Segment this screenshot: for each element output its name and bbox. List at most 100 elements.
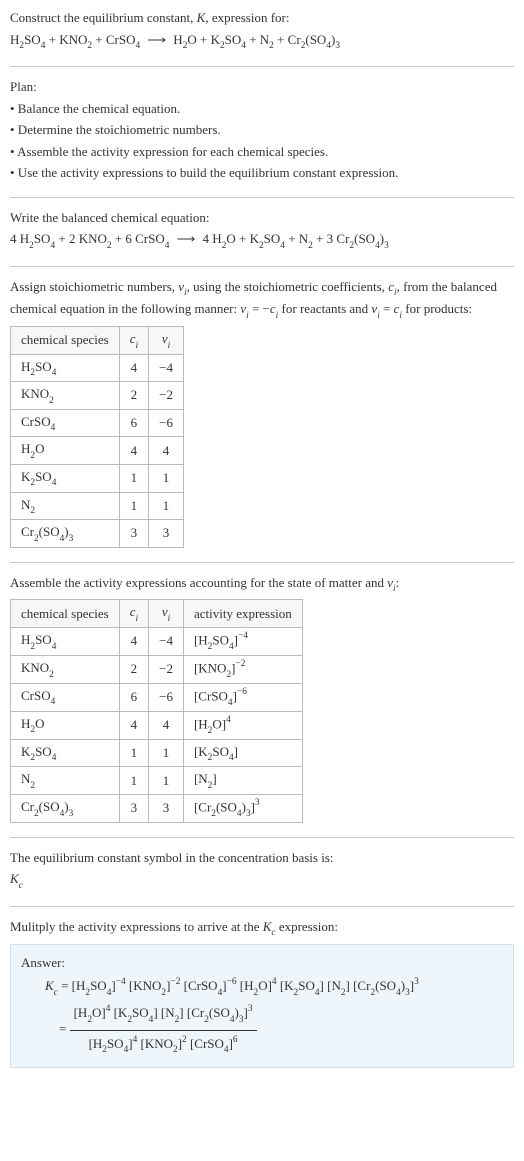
expr: [KNO2]−2 xyxy=(183,655,302,683)
eq: νi xyxy=(371,301,379,316)
sub: 4 xyxy=(375,241,380,251)
sub: 3 xyxy=(384,241,389,251)
kc: Kc xyxy=(263,919,276,934)
t: H xyxy=(173,32,182,47)
sub: 2 xyxy=(183,41,188,51)
header-activity: activity expression xyxy=(183,600,302,628)
table-row: Cr2(SO4)333 xyxy=(11,520,184,548)
expr: [H2O]4 xyxy=(183,711,302,739)
sub: 4 xyxy=(41,41,46,51)
sub: 4 xyxy=(50,241,55,251)
v-cell: −4 xyxy=(149,354,184,382)
expr: [Cr2(SO4)3]3 xyxy=(183,794,302,822)
v: 1 xyxy=(149,767,184,795)
final: Mulitply the activity expressions to arr… xyxy=(10,917,514,1068)
v-cell: 3 xyxy=(149,520,184,548)
t: H xyxy=(10,32,19,47)
activity-title: Assemble the activity expressions accoun… xyxy=(10,573,514,596)
species-cell: H2SO4 xyxy=(11,627,120,655)
sub: 2 xyxy=(87,41,92,51)
sub: 4 xyxy=(280,241,285,251)
table-row: H2O44 xyxy=(11,437,184,465)
t: : xyxy=(396,575,400,590)
c: 3 xyxy=(119,794,148,822)
reaction-arrow-icon: ⟶ xyxy=(177,229,196,249)
t: + 6 CrSO xyxy=(112,231,165,246)
t: + N xyxy=(285,231,308,246)
numerator: [H2O]4 [K2SO4] [N2] [Cr2(SO4)3]3 xyxy=(70,1001,257,1030)
v: 1 xyxy=(149,739,184,767)
v: 3 xyxy=(149,794,184,822)
eq: = xyxy=(58,978,72,993)
plan-item: • Determine the stoichiometric numbers. xyxy=(10,120,514,140)
divider xyxy=(10,906,514,907)
sub: 2 xyxy=(269,41,274,51)
c-cell: 4 xyxy=(119,437,148,465)
species-cell: N2 xyxy=(11,767,120,795)
sub: 2 xyxy=(259,241,264,251)
t: + KNO xyxy=(45,32,87,47)
t: + N xyxy=(246,32,269,47)
table-header-row: chemical species ci νi activity expressi… xyxy=(11,600,303,628)
plan-title: Plan: xyxy=(10,77,514,97)
species-cell: H2O xyxy=(11,437,120,465)
denominator: [H2SO4]4 [KNO2]2 [CrSO4]6 xyxy=(70,1031,257,1059)
assign-text: Assign stoichiometric numbers, νi, using… xyxy=(10,277,514,322)
sub: 4 xyxy=(165,241,170,251)
species-cell: K2SO4 xyxy=(11,464,120,492)
divider xyxy=(10,837,514,838)
text: Construct the equilibrium constant, xyxy=(10,10,197,25)
kc-expression-2: = [H2O]4 [K2SO4] [N2] [Cr2(SO4)3]3 [H2SO… xyxy=(21,1001,503,1059)
var-nu: νi xyxy=(178,279,186,294)
table-row: Cr2(SO4)333[Cr2(SO4)3]3 xyxy=(11,794,303,822)
header-ci: ci xyxy=(119,600,148,628)
c-cell: 1 xyxy=(119,464,148,492)
t: + 3 Cr xyxy=(313,231,350,246)
header-species: chemical species xyxy=(11,600,120,628)
sub: 4 xyxy=(135,41,140,51)
species-cell: KNO2 xyxy=(11,382,120,410)
var-nu: νi xyxy=(387,575,395,590)
stoich-table: chemical species ci νi H2SO44−4 KNO22−2 … xyxy=(10,326,184,548)
activity: Assemble the activity expressions accoun… xyxy=(10,573,514,823)
divider xyxy=(10,562,514,563)
final-title: Mulitply the activity expressions to arr… xyxy=(10,917,514,940)
t: Assemble the activity expressions accoun… xyxy=(10,575,387,590)
sub: 4 xyxy=(326,41,331,51)
rhs: H2O + K2SO4 + N2 + Cr2(SO4)3 xyxy=(173,32,340,47)
t: expression: xyxy=(276,919,338,934)
v: 4 xyxy=(149,711,184,739)
plan-item: • Assemble the activity expression for e… xyxy=(10,142,514,162)
sub: 2 xyxy=(349,241,354,251)
sub: 2 xyxy=(220,41,225,51)
v-cell: 1 xyxy=(149,464,184,492)
v: −6 xyxy=(149,683,184,711)
table-row: CrSO46−6 xyxy=(11,409,184,437)
t: + Cr xyxy=(274,32,301,47)
expr: [H2SO4]−4 xyxy=(183,627,302,655)
species-cell: Cr2(SO4)3 xyxy=(11,520,120,548)
header-species: chemical species xyxy=(11,327,120,355)
header-nui: νi xyxy=(149,600,184,628)
c-cell: 3 xyxy=(119,520,148,548)
divider xyxy=(10,266,514,267)
balance-title: Write the balanced chemical equation: xyxy=(10,208,514,228)
table-row: H2O44[H2O]4 xyxy=(11,711,303,739)
balance-equation: 4 H2SO4 + 2 KNO2 + 6 CrSO4 ⟶ 4 H2O + K2S… xyxy=(10,229,514,252)
plan: Plan: • Balance the chemical equation. •… xyxy=(10,77,514,183)
c-cell: 1 xyxy=(119,492,148,520)
t: SO xyxy=(34,231,51,246)
v-cell: −2 xyxy=(149,382,184,410)
header-ci: ci xyxy=(119,327,148,355)
t: SO xyxy=(264,231,281,246)
plan-item: • Use the activity expressions to build … xyxy=(10,163,514,183)
expr: [CrSO4]−6 xyxy=(183,683,302,711)
table-row: K2SO411 xyxy=(11,464,184,492)
species-cell: N2 xyxy=(11,492,120,520)
table-row: CrSO46−6[CrSO4]−6 xyxy=(11,683,303,711)
t: SO xyxy=(225,32,242,47)
t: for products: xyxy=(402,301,472,316)
eq: = xyxy=(59,1021,70,1036)
sub: 4 xyxy=(241,41,246,51)
table-row: KNO22−2 xyxy=(11,382,184,410)
